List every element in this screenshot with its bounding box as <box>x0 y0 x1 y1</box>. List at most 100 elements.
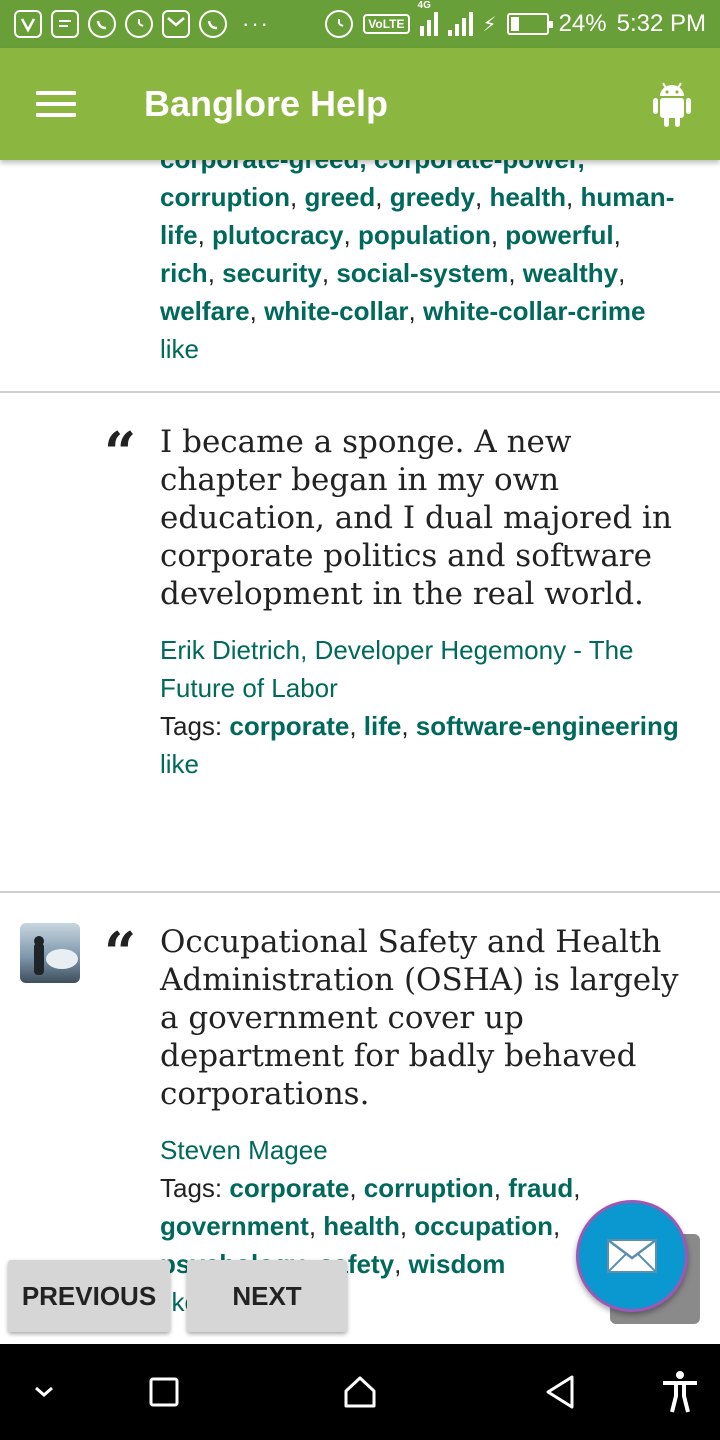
battery-percent: 24% <box>558 10 607 37</box>
app-title: Banglore Help <box>144 83 389 124</box>
quote-tags-partial-line[interactable]: corporate-greed, corporate-power, <box>160 160 585 174</box>
tag-link[interactable]: corruption <box>364 1173 494 1203</box>
signal-icon <box>447 12 473 36</box>
tag-separator: , <box>573 1173 581 1203</box>
tag-link[interactable]: social-system <box>336 258 508 288</box>
quote-mark-icon: “ <box>104 920 137 986</box>
like-link[interactable]: like <box>160 745 680 783</box>
tag-separator: , <box>401 711 416 741</box>
tag-link[interactable]: wealthy <box>523 258 618 288</box>
whatsapp-icon <box>88 10 116 38</box>
network-type-label: 4G <box>417 0 431 11</box>
message-icon <box>51 10 79 38</box>
quote-item: corporate-greed, corporate-power, corrup… <box>0 160 720 393</box>
tag-separator: , <box>375 182 390 212</box>
avatar[interactable] <box>20 923 80 983</box>
tag-link[interactable]: corporate <box>229 711 349 741</box>
home-icon[interactable] <box>336 1368 384 1416</box>
whatsapp-icon <box>199 10 227 38</box>
tag-separator: , <box>552 1211 561 1241</box>
quotes-list: corporate-greed, corporate-power, corrup… <box>0 160 720 1344</box>
tag-separator: , <box>290 182 305 212</box>
tag-link[interactable]: greedy <box>390 182 475 212</box>
quote-item: “ I became a sponge. A new chapter began… <box>0 393 720 893</box>
quote-text: Occupational Safety and Health Administr… <box>160 924 679 1112</box>
tag-link[interactable]: health <box>489 182 566 212</box>
tag-separator: , <box>394 1249 409 1279</box>
email-fab-button[interactable] <box>576 1200 688 1312</box>
tag-separator: , <box>197 220 213 250</box>
quote-mark-icon: “ <box>104 420 137 486</box>
tag-separator: , <box>490 220 506 250</box>
charging-icon: ⚡ <box>482 13 497 36</box>
chevron-down-icon[interactable] <box>20 1368 68 1416</box>
tag-link[interactable]: corporate <box>229 1173 349 1203</box>
tag-separator: , <box>566 182 581 212</box>
tag-link[interactable]: fraud <box>508 1173 573 1203</box>
tag-separator: , <box>508 258 523 288</box>
tag-link[interactable]: government <box>160 1211 309 1241</box>
tag-link[interactable]: health <box>323 1211 400 1241</box>
gmail-icon <box>162 10 190 38</box>
tag-link[interactable]: wisdom <box>409 1249 506 1279</box>
tag-separator: , <box>474 182 490 212</box>
quote-attribution: Erik Dietrich, Developer Hegemony - The … <box>160 635 634 703</box>
tag-link[interactable]: rich <box>160 258 208 288</box>
quote-attribution: Steven Magee <box>160 1131 680 1169</box>
app-icon <box>14 10 42 38</box>
back-icon[interactable] <box>536 1368 584 1416</box>
tag-link[interactable]: life <box>364 711 402 741</box>
next-button[interactable]: NEXT <box>187 1260 347 1332</box>
tag-link[interactable]: welfare <box>160 296 250 326</box>
tag-separator: , <box>349 711 364 741</box>
tag-link[interactable]: white-collar <box>264 296 408 326</box>
quote-tags: Tags: corporate, life, software-engineer… <box>160 707 680 745</box>
tag-link[interactable]: white-collar-crime <box>423 296 646 326</box>
tag-separator: , <box>493 1173 509 1203</box>
tag-link[interactable]: greed <box>304 182 375 212</box>
tag-link[interactable]: corruption <box>160 182 290 212</box>
envelope-icon <box>607 1239 657 1273</box>
tag-link[interactable]: security <box>222 258 322 288</box>
tag-link[interactable]: occupation <box>414 1211 553 1241</box>
tag-separator: , <box>321 258 337 288</box>
hamburger-icon[interactable] <box>36 89 76 119</box>
tag-list: corporate, life, software-engineering <box>229 711 678 741</box>
tag-link[interactable]: plutocracy <box>212 220 344 250</box>
android-icon[interactable] <box>652 80 692 128</box>
tag-link[interactable]: software-engineering <box>416 711 679 741</box>
alarm-icon <box>125 10 153 38</box>
tags-label: Tags: <box>160 711 223 741</box>
app-toolbar: Banglore Help <box>0 48 720 160</box>
tag-separator: , <box>408 296 423 326</box>
author-link[interactable]: Erik Dietrich <box>160 635 300 665</box>
previous-button[interactable]: PREVIOUS <box>8 1260 170 1332</box>
tags-label: Tags: <box>160 1173 223 1203</box>
tag-separator: , <box>349 1173 364 1203</box>
overflow-dots: ··· <box>242 11 270 36</box>
battery-icon <box>506 13 553 35</box>
tag-separator: , <box>207 258 223 288</box>
status-bar: ··· VoLTE 4G ⚡ 24% 5:32 PM <box>0 0 720 48</box>
tag-list: corruption, greed, greedy, health, human… <box>160 182 674 326</box>
author-link[interactable]: Steven Magee <box>160 1135 328 1165</box>
tag-separator: , <box>343 220 358 250</box>
system-nav-bar <box>0 1344 720 1440</box>
tag-link[interactable]: population <box>358 220 491 250</box>
tag-separator: , <box>308 1211 324 1241</box>
signal-4g-icon: 4G <box>418 0 438 36</box>
quote-tags: corporate-greed, corporate-power, corrup… <box>160 160 680 330</box>
notification-icons: ··· <box>14 10 270 38</box>
clock: 5:32 PM <box>616 10 706 37</box>
tag-separator: , <box>613 220 621 250</box>
tag-separator: , <box>249 296 265 326</box>
tag-separator: , <box>618 258 626 288</box>
like-link[interactable]: like <box>160 330 680 368</box>
tag-separator: , <box>399 1211 415 1241</box>
tag-link[interactable]: powerful <box>505 220 613 250</box>
accessibility-icon[interactable] <box>656 1368 704 1416</box>
recents-icon[interactable] <box>140 1368 188 1416</box>
quote-text: I became a sponge. A new chapter began i… <box>160 424 672 612</box>
alarm-icon <box>325 10 354 38</box>
volte-badge: VoLTE <box>363 14 410 34</box>
